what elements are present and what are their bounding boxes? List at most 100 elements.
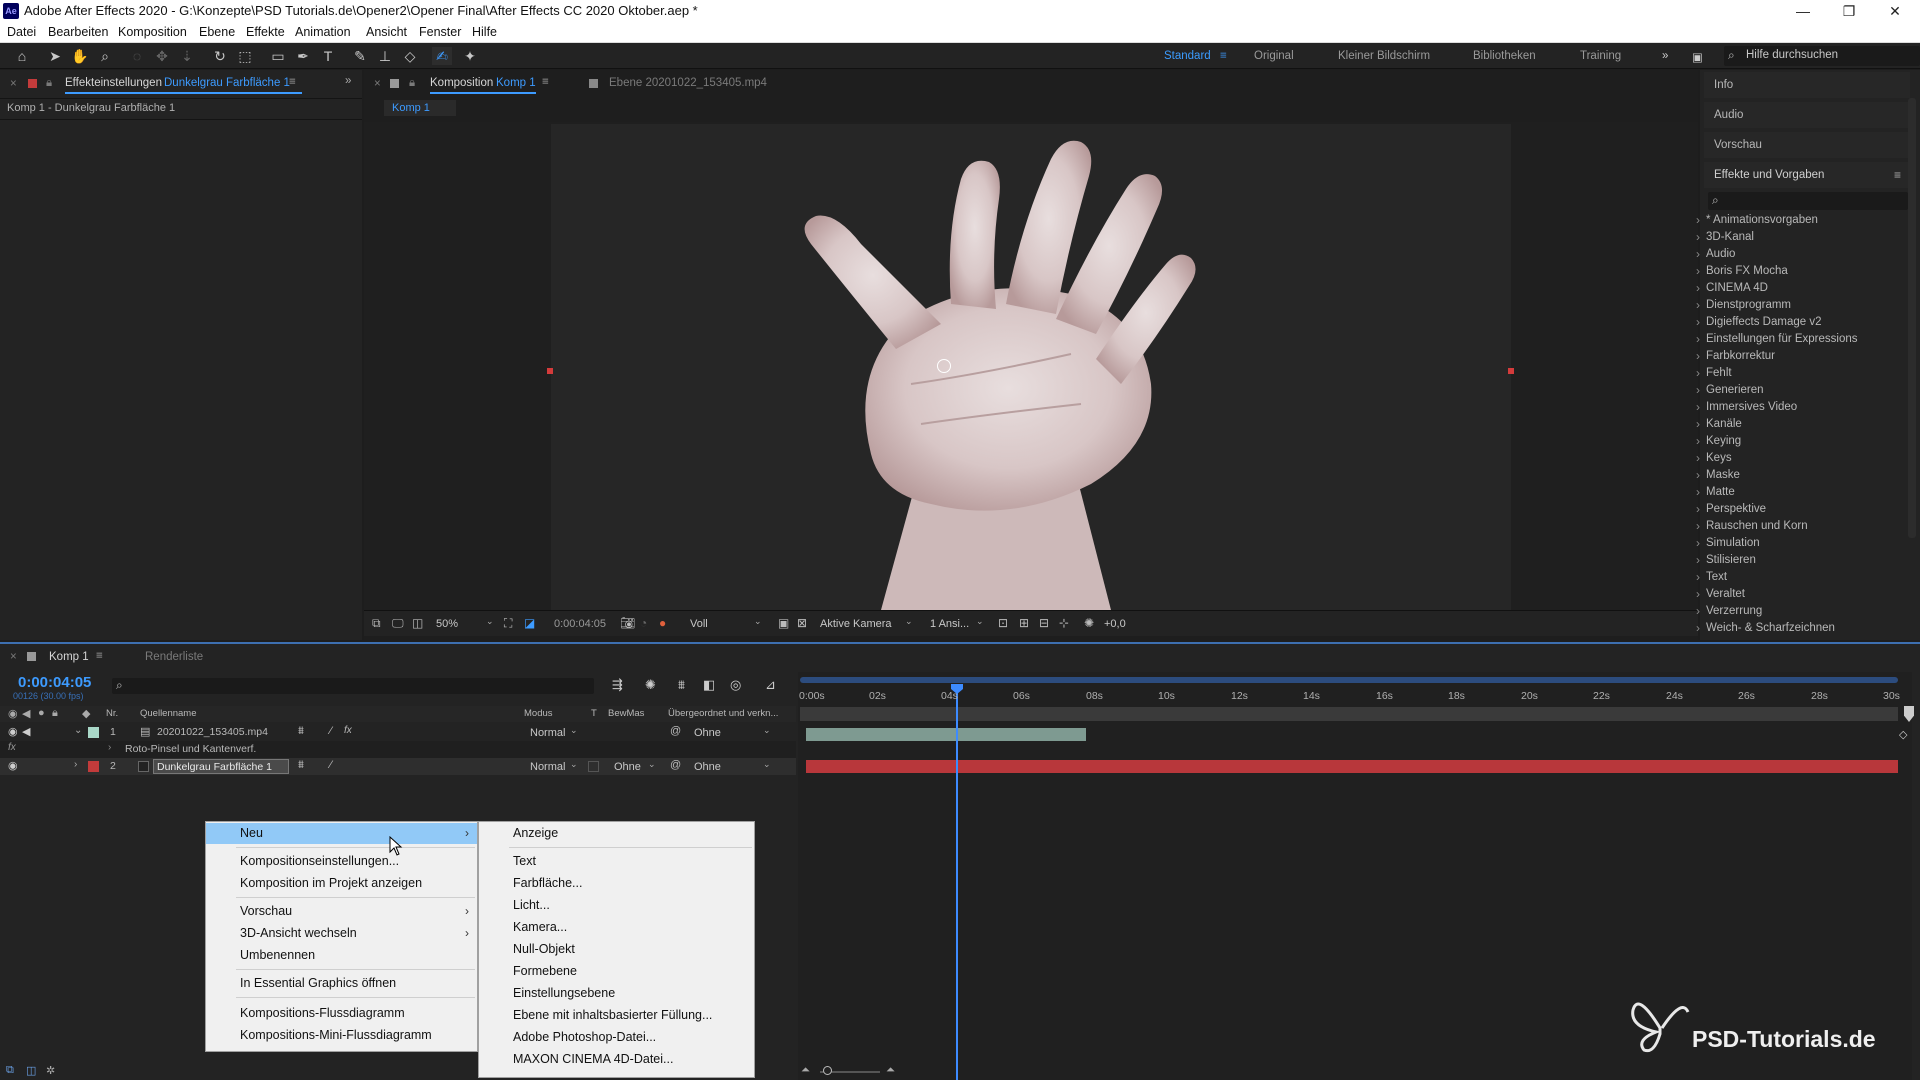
chevron-down-icon[interactable]: ⌄	[570, 725, 578, 736]
layer-name[interactable]: 20201022_153405.mp4	[157, 726, 268, 738]
audio-icon[interactable]: ◀	[22, 725, 30, 738]
submenu-item-photoshop-datei[interactable]: Adobe Photoshop-Datei...	[479, 1027, 754, 1048]
tab-composition-name[interactable]: Komp 1	[496, 77, 536, 89]
color-channels-icon[interactable]: ●	[659, 616, 666, 630]
workspace-kleiner-bildschirm[interactable]: Kleiner Bildschirm	[1338, 50, 1430, 62]
eye-icon[interactable]: ◉	[8, 759, 18, 772]
fx-category[interactable]: Dienstprogramm	[1696, 298, 1791, 312]
layer-label-color[interactable]	[88, 761, 99, 772]
workspace-standard[interactable]: Standard	[1164, 50, 1211, 62]
pan-camera-icon[interactable]: ✥	[152, 47, 172, 65]
in-out-icon[interactable]: ✲	[46, 1064, 55, 1077]
column-parent[interactable]: Übergeordnet und verkn...	[668, 708, 778, 719]
transparency-grid-icon[interactable]: ◪	[524, 616, 535, 630]
menu-ebene[interactable]: Ebene	[199, 25, 235, 39]
chevron-down-icon[interactable]: ⌄	[74, 725, 82, 736]
effect-name[interactable]: Roto-Pinsel und Kantenverf.	[125, 743, 256, 755]
frame-blending-icon[interactable]: ◧	[703, 677, 715, 693]
lock-icon[interactable]: 🔒︎	[46, 77, 52, 90]
fx-category[interactable]: Rauschen und Korn	[1696, 519, 1808, 533]
comp-subtab[interactable]: Komp 1	[384, 100, 456, 116]
rectangle-tool-icon[interactable]: ▭	[268, 47, 288, 65]
comp-mini-flowchart-icon[interactable]: ⇶	[612, 677, 623, 693]
help-search-field[interactable]: ⌕ Hilfe durchsuchen	[1724, 46, 1920, 66]
shy-icon[interactable]: ⩩	[298, 725, 304, 738]
orbit-camera-icon[interactable]: ◌	[127, 47, 147, 65]
toggle-pixel-aspect-icon[interactable]: ⊡	[998, 616, 1008, 630]
fx-category[interactable]: 3D-Kanal	[1696, 230, 1754, 244]
submenu-item-licht[interactable]: Licht...	[479, 895, 754, 916]
fit-icon[interactable]: ⛶	[504, 616, 512, 631]
fx-category[interactable]: Maske	[1696, 468, 1740, 482]
tab-layer-viewer[interactable]: Ebene 20201022_153405.mp4	[609, 77, 767, 89]
pickwhip-icon[interactable]: @	[670, 759, 681, 771]
timeline-icon[interactable]: ⊟	[1039, 616, 1049, 630]
effect-row[interactable]: fx › Roto-Pinsel und Kantenverf.	[0, 741, 796, 758]
menu-fenster[interactable]: Fenster	[419, 25, 461, 39]
transfer-controls-icon[interactable]: ◫	[26, 1064, 36, 1077]
menu-item-kompositionseinstellungen[interactable]: Kompositionseinstellungen...	[206, 851, 477, 872]
workspace-layout-icon[interactable]: ▣	[1692, 50, 1703, 64]
motion-blur-icon[interactable]: ◎	[730, 677, 741, 693]
panel-close-icon[interactable]: ×	[10, 651, 17, 663]
mode-dropdown[interactable]: Normal	[530, 725, 565, 741]
submenu-item-null-objekt[interactable]: Null-Objekt	[479, 939, 754, 960]
panel-menu-icon[interactable]: ≡	[542, 76, 549, 88]
exposure-value[interactable]: +0,0	[1104, 616, 1126, 632]
selection-tool-icon[interactable]: ➤	[45, 47, 65, 65]
solo-icon[interactable]: ●	[38, 707, 45, 719]
work-area-bar[interactable]	[800, 677, 1898, 683]
layer-handle-right[interactable]	[1508, 368, 1514, 374]
fx-category[interactable]: * Animationsvorgaben	[1696, 213, 1818, 227]
zoom-dropdown[interactable]: 50%	[436, 616, 458, 632]
region-of-interest-icon[interactable]: ▣	[778, 616, 789, 630]
type-tool-icon[interactable]: T	[318, 47, 338, 65]
fx-category[interactable]: Farbkorrektur	[1696, 349, 1775, 363]
menu-item-komposition-im-projekt[interactable]: Komposition im Projekt anzeigen	[206, 873, 477, 894]
menu-item-essential-graphics[interactable]: In Essential Graphics öffnen	[206, 973, 477, 994]
chevron-down-icon[interactable]: ⌄	[486, 616, 494, 627]
flowchart-icon[interactable]: ⊹	[1059, 616, 1069, 630]
eraser-tool-icon[interactable]: ◇	[400, 47, 420, 65]
tab-composition[interactable]: Komposition	[430, 77, 493, 89]
vr-icon[interactable]: ◫	[412, 616, 423, 630]
anchor-point-icon[interactable]	[937, 359, 951, 373]
chevron-right-icon[interactable]: ›	[74, 759, 77, 770]
camera-dropdown[interactable]: Aktive Kamera	[820, 616, 892, 632]
anchor-tool-icon[interactable]: ⬚	[235, 47, 255, 65]
lock-icon[interactable]: 🔒︎	[409, 77, 415, 90]
rotate-tool-icon[interactable]: ↻	[210, 47, 230, 65]
eye-icon[interactable]: ◉	[8, 707, 18, 720]
more-workspaces-button[interactable]: »	[1662, 50, 1668, 62]
fast-preview-icon[interactable]: ⊞	[1019, 616, 1029, 630]
chevron-down-icon[interactable]: ⌄	[763, 759, 771, 770]
shy-icon[interactable]: ⩩	[298, 759, 304, 772]
submenu-item-kamera[interactable]: Kamera...	[479, 917, 754, 938]
preserve-transparency-checkbox[interactable]	[588, 761, 599, 772]
tab-effect-controls-layer[interactable]: Dunkelgrau Farbfläche 1	[164, 77, 290, 89]
effects-search-input[interactable]: ⌕	[1708, 192, 1908, 210]
eye-icon[interactable]: ◉	[8, 725, 18, 738]
graph-editor-icon[interactable]: ⊿	[765, 677, 776, 693]
track-matte-dropdown[interactable]: Ohne	[614, 759, 641, 775]
shy-layers-icon[interactable]: ⩩	[678, 677, 685, 693]
quality-icon[interactable]: ⁄	[330, 725, 332, 737]
fx-category[interactable]: Stilisieren	[1696, 553, 1756, 567]
fx-category[interactable]: Einstellungen für Expressions	[1696, 332, 1857, 346]
tab-effect-controls[interactable]: Effekteinstellungen	[65, 77, 162, 89]
panel-close-icon[interactable]: ×	[10, 78, 17, 90]
panel-menu-icon[interactable]: ≡	[96, 650, 103, 662]
menu-komposition[interactable]: Komposition	[118, 25, 187, 39]
layer-name-field[interactable]: Dunkelgrau Farbfläche 1	[153, 759, 289, 774]
audio-icon[interactable]: ◀	[22, 707, 30, 720]
fx-category[interactable]: Fehlt	[1696, 366, 1731, 380]
puppet-pin-icon[interactable]: ✦	[460, 47, 480, 65]
submenu-item-cinema4d-datei[interactable]: MAXON CINEMA 4D-Datei...	[479, 1049, 754, 1070]
current-time-display[interactable]: 0:00:04:05	[18, 674, 91, 691]
snapshot-icon[interactable]: 📷︎	[620, 616, 635, 630]
chevron-down-icon[interactable]: ⌄	[754, 616, 762, 627]
zoom-out-icon[interactable]: ⏶	[801, 1064, 810, 1077]
workspace-training[interactable]: Training	[1580, 50, 1621, 62]
workspace-original[interactable]: Original	[1254, 50, 1294, 62]
current-time-indicator[interactable]	[956, 684, 958, 1080]
